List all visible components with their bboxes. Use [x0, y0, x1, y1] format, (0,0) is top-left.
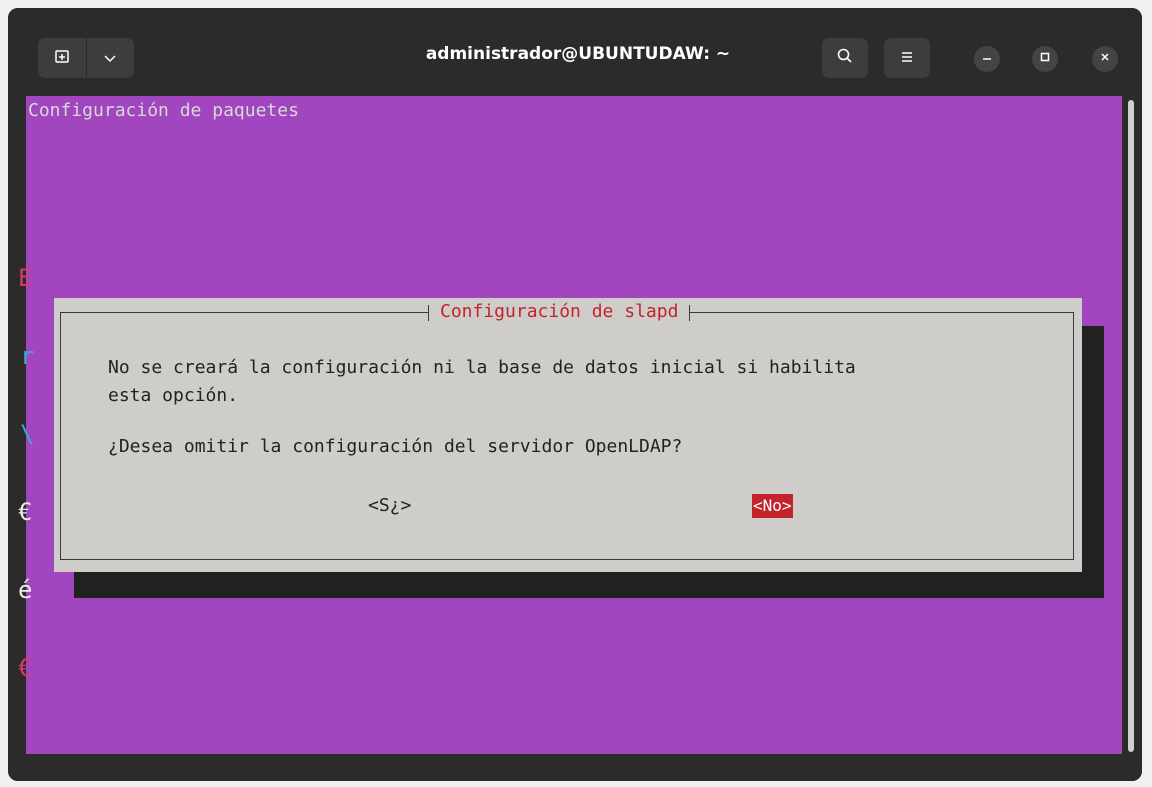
- menu-icon: [899, 49, 915, 68]
- edge-char: é: [18, 576, 33, 604]
- chevron-down-icon: [103, 49, 117, 68]
- new-tab-button[interactable]: [38, 38, 86, 78]
- dialog-title-box: Configuración de slapd: [428, 298, 691, 326]
- edge-char: E: [18, 264, 33, 292]
- minimize-button[interactable]: [974, 46, 1000, 72]
- edge-char: €: [18, 498, 33, 526]
- search-button[interactable]: [822, 38, 868, 78]
- dialog-title: Configuración de slapd: [440, 301, 679, 322]
- dialog-message: No se creará la configuración ni la base…: [108, 354, 856, 410]
- dialog-question: ¿Desea omitir la configuración del servi…: [108, 436, 683, 457]
- search-icon: [836, 47, 854, 69]
- main-menu-button[interactable]: [884, 38, 930, 78]
- edge-char: r: [20, 342, 35, 370]
- scrollbar[interactable]: [1128, 100, 1134, 752]
- slapd-dialog: Configuración de slapd No se creará la c…: [54, 298, 1082, 572]
- new-tab-icon: [54, 48, 70, 68]
- minimize-icon: [981, 51, 993, 67]
- edge-char: €: [18, 654, 33, 682]
- title-bar: administrador@UBUNTUDAW: ~: [8, 8, 1142, 96]
- close-icon: [1099, 51, 1111, 67]
- tab-menu-button[interactable]: [86, 38, 134, 78]
- close-button[interactable]: [1092, 46, 1118, 72]
- message-line-2: esta opción.: [108, 385, 239, 406]
- no-button[interactable]: <No>: [752, 494, 793, 518]
- yes-button[interactable]: <S¿>: [368, 494, 411, 518]
- edge-char: \: [20, 420, 35, 448]
- terminal-area[interactable]: Configuración de paquetes E r \ € é € Co…: [18, 96, 1122, 754]
- terminal-window: administrador@UBUNTUDAW: ~ Configuración…: [8, 8, 1142, 781]
- maximize-button[interactable]: [1032, 46, 1058, 72]
- window-title: administrador@UBUNTUDAW: ~: [425, 44, 731, 64]
- message-line-1: No se creará la configuración ni la base…: [108, 357, 856, 378]
- window-bottom: [8, 754, 1142, 781]
- backtitle: Configuración de paquetes: [28, 100, 299, 121]
- maximize-icon: [1039, 51, 1051, 67]
- tab-button-group: [38, 38, 134, 78]
